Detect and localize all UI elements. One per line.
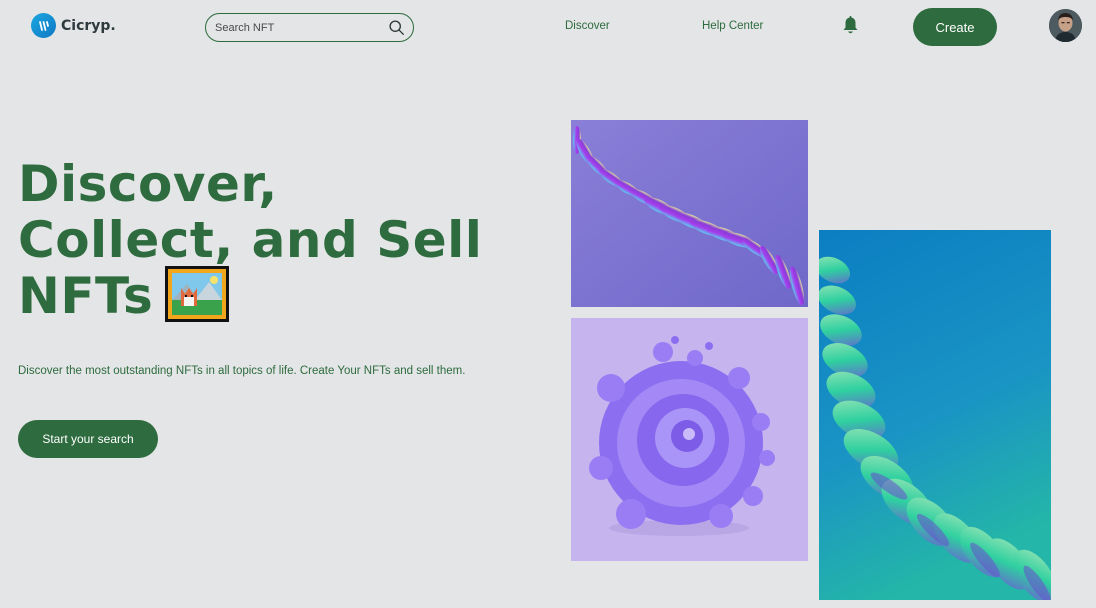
- logo-icon: [31, 13, 56, 38]
- nft-frame-icon: [165, 265, 230, 322]
- nav-help-center[interactable]: Help Center: [702, 20, 763, 32]
- nft-artwork-wave[interactable]: [819, 230, 1051, 600]
- hero-title: Discover, Collect, and Sell NFTs: [18, 156, 518, 328]
- hero-title-line-2: Collect, and Sell: [18, 211, 483, 269]
- brand-logo[interactable]: Cicryp.: [31, 13, 116, 38]
- start-search-button[interactable]: Start your search: [18, 420, 158, 458]
- nft-artwork-ribbon[interactable]: [571, 120, 808, 307]
- brand-name: Cicryp.: [61, 17, 116, 34]
- avatar[interactable]: [1049, 9, 1082, 42]
- bell-icon[interactable]: [842, 16, 859, 35]
- top-navigation: Cicryp. Discover Help Center Create: [0, 0, 1096, 56]
- hero-title-line-1: Discover,: [18, 155, 278, 213]
- create-button[interactable]: Create: [913, 8, 997, 46]
- search-bar[interactable]: [205, 13, 414, 42]
- hero-title-line-3: NFTs: [18, 265, 518, 328]
- search-icon[interactable]: [388, 19, 405, 36]
- hero-subtitle: Discover the most outstanding NFTs in al…: [18, 365, 466, 377]
- search-input[interactable]: [215, 21, 388, 34]
- hero-title-line-3-text: NFTs: [18, 267, 154, 325]
- nav-discover[interactable]: Discover: [565, 20, 610, 32]
- nft-artwork-swirl[interactable]: [571, 318, 808, 561]
